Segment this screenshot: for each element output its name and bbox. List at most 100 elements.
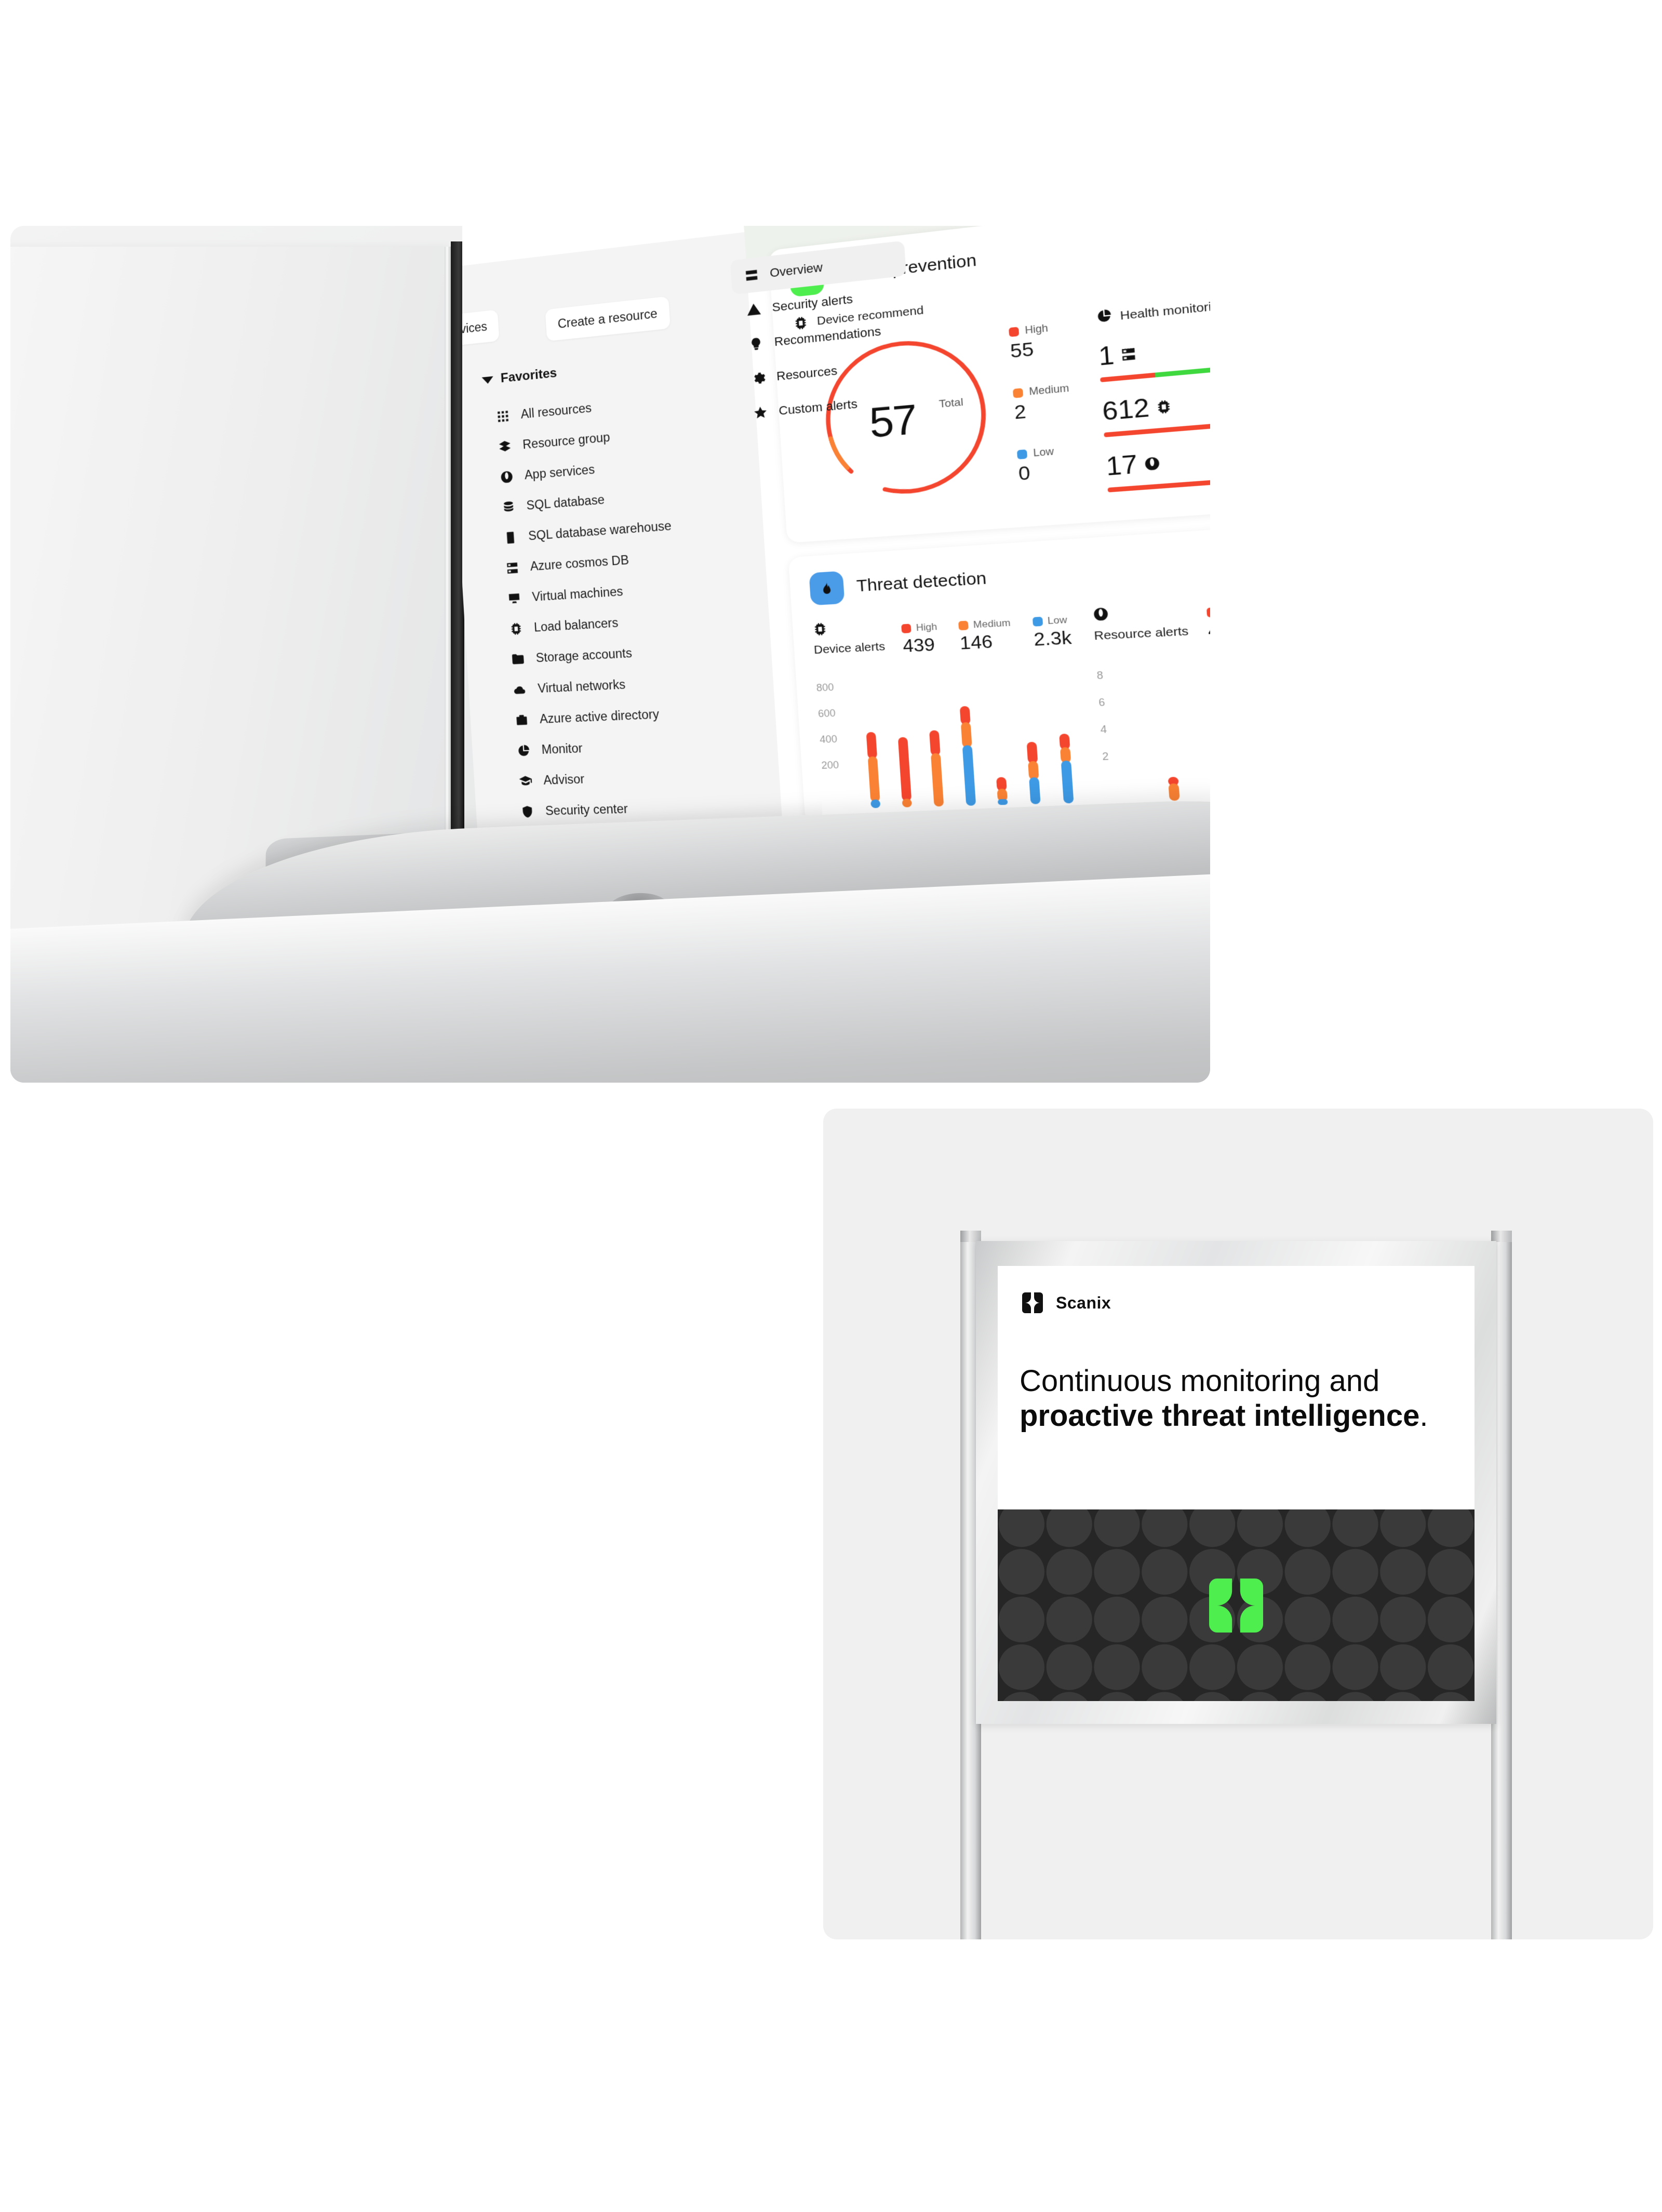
legend-dot — [1016, 449, 1028, 460]
favorites-header[interactable]: Favorites — [481, 366, 557, 388]
sidebar-item-label: Monitor — [541, 741, 583, 757]
bar-segment-low — [870, 799, 881, 808]
server-icon — [1122, 348, 1136, 361]
section-nav-label: Overview — [769, 260, 823, 280]
stat-value: 2.3k — [1033, 627, 1073, 650]
legend-row-medium: Medium 2 — [1012, 380, 1103, 424]
y-axis-tick: 600 — [817, 707, 836, 720]
folder-icon — [510, 651, 526, 667]
device-alerts-plot: 800 600 400 200 — [815, 660, 1084, 808]
all-services-button[interactable]: All services — [462, 309, 500, 350]
stat-name: High — [916, 621, 937, 633]
sign-structure: Scanix Continuous monitoring and proacti… — [958, 1231, 1514, 1939]
sidebar-item-label: Azure active directory — [539, 707, 660, 726]
sidebar-top-buttons: All services Create a resource — [462, 282, 750, 357]
flame-icon — [809, 571, 845, 606]
bar-segment-low — [998, 799, 1008, 805]
database-icon — [501, 499, 516, 515]
health-value: 612 — [1102, 375, 1210, 427]
threat-detection-body: Device alerts High 439 Medium 146 Low 2.3k 80… — [812, 591, 1210, 808]
health-row: 612 — [1102, 375, 1210, 438]
device-alerts-stats: High 439 Medium 146 Low 2.3k — [901, 608, 1073, 656]
bar-segment-medium — [1168, 783, 1180, 801]
globe-icon — [499, 469, 515, 485]
stat-dot — [958, 621, 969, 631]
y-axis-tick: 200 — [821, 759, 839, 771]
health-row: 1 — [1097, 318, 1210, 383]
section-nav-label: Recommendations — [773, 324, 882, 349]
resource-alerts-label: Resource alerts — [1093, 624, 1189, 643]
section-nav-label: Resources — [776, 363, 838, 384]
bar-segment-low — [962, 745, 976, 806]
create-resource-button[interactable]: Create a resource — [545, 296, 671, 342]
headline-light-1: Continuous monitoring and — [1020, 1364, 1380, 1398]
health-bar-segment — [1100, 372, 1156, 383]
pie-chart-icon — [1095, 307, 1113, 327]
bar-column — [986, 776, 1018, 805]
briefcase-icon — [514, 712, 530, 728]
graduation-cap-icon — [518, 773, 533, 789]
bar-segment-high — [897, 737, 912, 802]
chip-icon — [814, 623, 826, 636]
bar-segment-high — [1026, 741, 1038, 764]
y-axis-tick: 2 — [1102, 750, 1109, 763]
legend-row-high: High 55 — [1009, 317, 1098, 363]
layers-icon — [497, 438, 513, 454]
bar-segment-high — [929, 730, 941, 756]
legend-name: Low — [1033, 445, 1054, 459]
poster-bottom-pattern — [998, 1509, 1475, 1701]
legend-row-low: Low 0 — [1016, 441, 1107, 485]
poster: Scanix Continuous monitoring and proacti… — [998, 1266, 1475, 1701]
health-value: 17 — [1105, 432, 1210, 482]
device-alerts-chart-block: Device alerts High 439 Medium 146 Low 2.3k 80… — [812, 608, 1084, 808]
bar-column — [1016, 741, 1051, 804]
stat-low: Low 2.3k — [1032, 614, 1073, 651]
device-alerts-title: Device alerts — [812, 618, 886, 657]
stat-dot — [1032, 616, 1043, 627]
bars — [853, 672, 1083, 808]
legend-dot — [1012, 387, 1024, 398]
page-canvas: All services Create a resource Favorites… — [0, 0, 1662, 2212]
globe-icon — [1093, 607, 1108, 621]
stat-name: Low — [1047, 614, 1068, 627]
cloud-icon — [512, 682, 528, 697]
grid-icon — [495, 408, 511, 424]
legend-value: 0 — [1017, 462, 1031, 485]
device-alerts-header: Device alerts High 439 Medium 146 Low 2.3k — [812, 608, 1074, 661]
sidebar-item-label: Advisor — [543, 772, 585, 787]
sidebar-item-label: App services — [524, 462, 595, 482]
gauge-total-label: Total — [939, 396, 964, 411]
sign-leg-cap — [1491, 1231, 1512, 1242]
bar-segment-low — [1029, 777, 1041, 804]
sidebar-item-label: Virtual machines — [531, 584, 624, 604]
legend-value: 2 — [1013, 400, 1027, 424]
bar-column — [888, 737, 922, 807]
legend-dot — [1009, 326, 1020, 337]
stat-dot — [1206, 607, 1210, 618]
resource-alerts-title: Resource alerts — [1092, 602, 1189, 643]
y-axis-tick: 800 — [816, 681, 835, 694]
stat-value: 439 — [902, 633, 936, 656]
sidebar-item-label: SQL database — [526, 492, 605, 512]
severity-legend: High 55 Medium 2 Low 0 — [1008, 309, 1109, 509]
headline-bold: proactive threat intelligence — [1020, 1399, 1420, 1433]
chip-icon — [1158, 400, 1171, 414]
scanix-logo-icon — [1022, 1292, 1043, 1313]
y-axis-tick: 6 — [1098, 696, 1106, 709]
bar-column — [919, 730, 954, 807]
sidebar-item-label: Virtual networks — [537, 677, 626, 696]
warehouse-icon — [503, 530, 518, 546]
threat-detection-card: Threat detection ⋮ Device alerts — [788, 518, 1210, 825]
sidebar-item-label: Azure cosmos DB — [530, 552, 629, 574]
resource-alerts-header: Resource alerts High4Mec1 — [1092, 591, 1210, 648]
resource-alerts-chart-block: Resource alerts High4Mec1 8 6 4 2 — [1092, 591, 1210, 801]
card-header: Threat detection — [809, 538, 1210, 606]
y-axis-tick: 8 — [1096, 669, 1104, 682]
bar-column — [1204, 771, 1210, 798]
poster-top-white: Scanix Continuous monitoring and proacti… — [998, 1266, 1475, 1510]
stat-dot — [901, 624, 912, 633]
sign-frame: Scanix Continuous monitoring and proacti… — [976, 1241, 1496, 1724]
section-nav: Overview Security alerts Recommendations Re… — [730, 240, 916, 431]
health-value: 1 — [1097, 318, 1210, 372]
section-nav-label: Custom alerts — [778, 396, 858, 418]
